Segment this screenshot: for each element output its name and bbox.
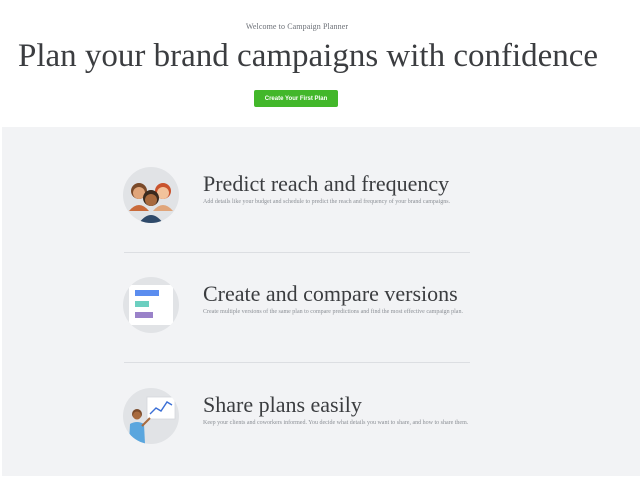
features-section: Predict reach and frequency Add details …: [2, 127, 640, 476]
feature-title: Predict reach and frequency: [203, 171, 450, 196]
create-first-plan-button[interactable]: Create Your First Plan: [254, 90, 338, 107]
feature-title: Share plans easily: [203, 392, 362, 417]
presenter-icon: [123, 388, 179, 444]
feature-description: Create multiple versions of the same pla…: [203, 309, 463, 315]
feature-item-predict: Predict reach and frequency Add details …: [2, 167, 640, 277]
feature-description: Add details like your budget and schedul…: [203, 199, 451, 205]
hero-section: Welcome to Campaign Planner Plan your br…: [0, 0, 644, 127]
divider: [124, 252, 470, 253]
feature-title: Create and compare versions: [203, 281, 458, 306]
feature-item-compare: Create and compare versions Create multi…: [2, 277, 640, 387]
page-title: Plan your brand campaigns with confidenc…: [18, 38, 599, 74]
people-icon: [123, 167, 179, 223]
welcome-text: Welcome to Campaign Planner: [245, 22, 349, 31]
divider: [124, 362, 470, 363]
feature-item-share: Share plans easily Keep your clients and…: [2, 388, 640, 498]
feature-description: Keep your clients and coworkers informed…: [203, 420, 469, 426]
bar-versions-icon: [123, 277, 179, 333]
